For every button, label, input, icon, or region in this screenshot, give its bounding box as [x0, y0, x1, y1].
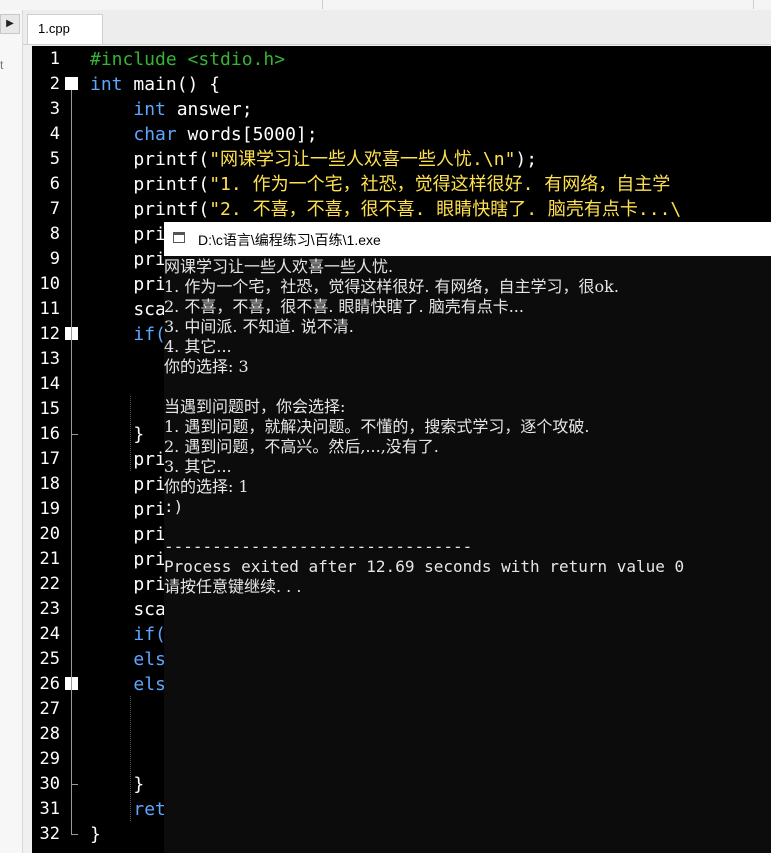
- code-text: }: [90, 824, 101, 845]
- line-number: 12: [39, 324, 60, 344]
- fold-toggle-icon[interactable]: [65, 77, 78, 90]
- code-text: }: [90, 774, 145, 795]
- console-line: 网课学习让一些人欢喜一些人忧.: [164, 257, 394, 276]
- line-number: 13: [39, 349, 60, 369]
- code-text: pri: [90, 474, 166, 495]
- line-number: 22: [39, 574, 60, 594]
- line-number: 28: [39, 724, 60, 744]
- line-number: 24: [39, 624, 60, 644]
- line-number: 3: [49, 99, 60, 119]
- code-text: pri: [90, 524, 166, 545]
- code-text: printf("网课学习让一些人欢喜一些人忧.\n");: [90, 149, 538, 170]
- line-number: 1: [49, 49, 60, 69]
- line-number: 4: [49, 124, 60, 144]
- fold-range-line: [71, 340, 72, 433]
- tab-1-cpp[interactable]: 1.cpp: [27, 14, 103, 44]
- code-line[interactable]: 4 char words[5000];: [32, 122, 771, 147]
- code-text: pri: [90, 249, 166, 270]
- line-number: 15: [39, 399, 60, 419]
- line-number: 23: [39, 599, 60, 619]
- code-text: pri: [90, 499, 166, 520]
- line-number: 18: [39, 474, 60, 494]
- code-line[interactable]: 3 int answer;: [32, 97, 771, 122]
- line-number: 21: [39, 549, 60, 569]
- code-text: els: [133, 649, 166, 670]
- line-number: 29: [39, 749, 60, 769]
- project-panel: ▶ t: [0, 10, 23, 853]
- code-text: char words[5000];: [133, 124, 318, 145]
- code-text: printf("2. 不喜，不喜，很不喜. 眼睛快瞎了. 脑壳有点卡...\: [90, 199, 682, 220]
- line-number: 17: [39, 449, 60, 469]
- line-number: 5: [49, 149, 60, 169]
- code-line[interactable]: 6 printf("1. 作为一个宅，社恐，觉得这样很好. 有网络，自主学: [32, 172, 771, 197]
- code-line[interactable]: 7 printf("2. 不喜，不喜，很不喜. 眼睛快瞎了. 脑壳有点卡...\: [32, 197, 771, 222]
- console-line: 2. 不喜，不喜，很不喜. 眼睛快瞎了. 脑壳有点卡...: [164, 297, 524, 316]
- code-text: if(: [133, 324, 166, 345]
- editor-tab-bar: 1.cpp: [23, 10, 771, 45]
- line-number: 11: [39, 299, 60, 319]
- console-output[interactable]: 网课学习让一些人欢喜一些人忧. 1. 作为一个宅，社恐，觉得这样很好. 有网络，自…: [164, 256, 771, 853]
- code-text: sca: [90, 299, 166, 320]
- console-line: 4. 其它...: [164, 337, 232, 356]
- code-text: els: [133, 674, 166, 695]
- code-text: pri: [90, 224, 166, 245]
- code-text: pri: [90, 449, 166, 470]
- code-text: int answer;: [133, 99, 253, 120]
- line-number: 25: [39, 649, 60, 669]
- console-window-title: D:\c语言\编程练习\百练\1.exe: [198, 232, 381, 248]
- code-text: pri: [90, 274, 166, 295]
- line-number: 31: [39, 799, 60, 819]
- code-text: pri: [90, 549, 166, 570]
- console-line: Process exited after 12.69 seconds with …: [164, 557, 685, 576]
- console-line: 3. 其它...: [164, 457, 232, 476]
- code-line[interactable]: 2 int main() {: [32, 72, 771, 97]
- console-window-titlebar[interactable]: D:\c语言\编程练习\百练\1.exe: [164, 222, 771, 257]
- console-line: 当遇到问题时，你会选择:: [164, 397, 346, 416]
- console-line: :): [164, 497, 184, 516]
- code-text: printf("1. 作为一个宅，社恐，觉得这样很好. 有网络，自主学: [90, 174, 671, 195]
- console-line: 3. 中间派. 不知道. 说不清.: [164, 317, 354, 336]
- code-text: if(: [133, 624, 166, 645]
- code-text: sca: [90, 599, 166, 620]
- fold-range-line: [71, 690, 72, 783]
- line-number: 20: [39, 524, 60, 544]
- line-number: 2: [49, 74, 60, 94]
- line-number: 14: [39, 374, 60, 394]
- line-number: 8: [49, 224, 60, 244]
- console-line: 你的选择: 3: [164, 357, 249, 376]
- console-line: 请按任意键继续. . .: [164, 577, 302, 596]
- line-number: 6: [49, 174, 60, 194]
- code-text: #include <stdio.h>: [90, 49, 286, 70]
- code-line[interactable]: 1 #include <stdio.h>: [32, 47, 771, 72]
- console-line: 你的选择: 1: [164, 477, 249, 496]
- code-text: int main() {: [90, 74, 221, 95]
- code-text: }: [90, 424, 145, 445]
- panel-toggle-button[interactable]: ▶: [0, 14, 20, 34]
- console-app-icon: [173, 232, 185, 243]
- console-line: 1. 作为一个宅，社恐，觉得这样很好. 有网络，自主学习，很ok.: [164, 277, 619, 296]
- code-text: ret: [133, 799, 166, 820]
- code-text: pri: [90, 574, 166, 595]
- line-number: 16: [39, 424, 60, 444]
- code-line[interactable]: 5 printf("网课学习让一些人欢喜一些人忧.\n");: [32, 147, 771, 172]
- toolbar-segment: [0, 0, 323, 9]
- line-number: 10: [39, 274, 60, 294]
- line-number: 19: [39, 499, 60, 519]
- toolbar-segment: [323, 0, 754, 9]
- console-line: 2. 遇到问题，不高兴。然后,...,没有了.: [164, 437, 439, 456]
- line-number: 32: [39, 824, 60, 844]
- line-number: 27: [39, 699, 60, 719]
- line-number: 7: [49, 199, 60, 219]
- panel-text: t: [0, 58, 4, 72]
- line-number: 26: [39, 674, 60, 694]
- line-number: 30: [39, 774, 60, 794]
- console-line: --------------------------------: [164, 537, 473, 556]
- console-line: 1. 遇到问题，就解决问题。不懂的，搜索式学习，逐个攻破.: [164, 417, 590, 436]
- line-number: 9: [49, 249, 60, 269]
